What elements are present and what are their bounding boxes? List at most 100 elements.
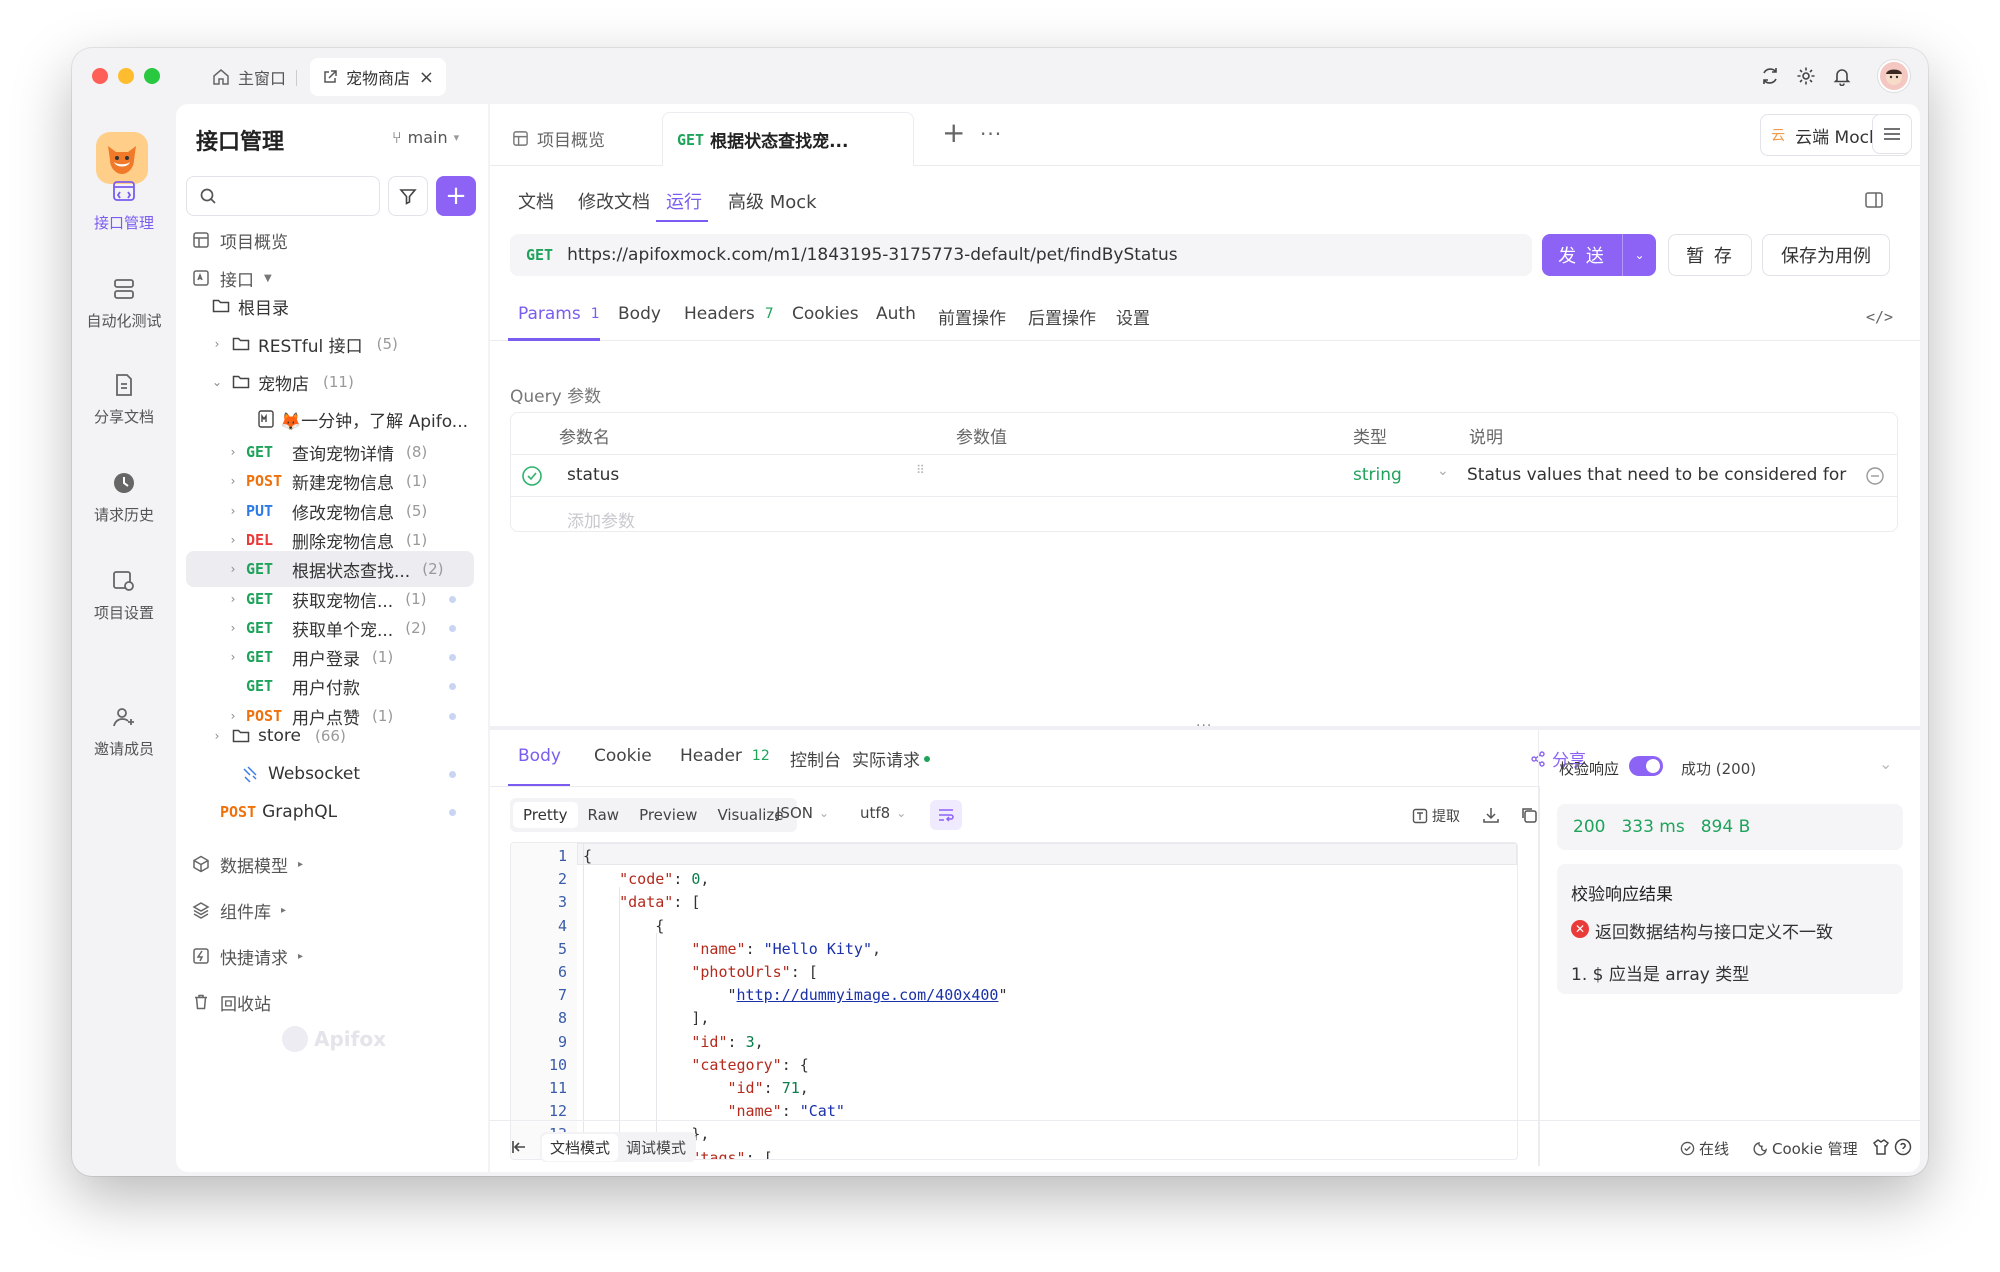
sidebar-item-quick[interactable]: 快捷请求 ▸ — [186, 938, 474, 974]
drag-handle-icon[interactable]: ⠿ — [916, 463, 925, 477]
help-icon[interactable] — [1894, 1138, 1912, 1156]
format-select[interactable]: JSON ⌄ — [776, 804, 829, 822]
tree-graphql[interactable]: POST GraphQL — [186, 794, 474, 830]
code-icon[interactable]: </> — [1866, 308, 1893, 326]
req-tab-params[interactable]: Params 1 — [518, 304, 600, 324]
download-icon[interactable] — [1482, 806, 1500, 824]
sidebar-item-overview[interactable]: 项目概览 — [186, 222, 474, 258]
param-type[interactable]: string — [1353, 465, 1402, 485]
check-circle-icon[interactable] — [521, 465, 543, 487]
req-tab-前置操作[interactable]: 前置操作 — [938, 304, 1006, 329]
close-window-button[interactable] — [92, 68, 108, 84]
cookie-manager-button[interactable]: Cookie 管理 — [1752, 1138, 1858, 1159]
search-field[interactable] — [225, 187, 365, 205]
subtab-0[interactable]: 文档 — [518, 188, 554, 214]
tab-active-endpoint[interactable]: GET 根据状态查找宠... — [662, 112, 914, 166]
rail-item-share-doc[interactable]: 分享文档 — [72, 372, 176, 427]
endpoint-label: 查询宠物详情 — [292, 444, 394, 465]
chevron-down-icon[interactable]: ⌄ — [1623, 248, 1656, 262]
close-tab-icon[interactable]: × — [419, 67, 434, 88]
tab-overview[interactable]: 项目概览 — [512, 126, 605, 151]
resp-tab-1[interactable]: Cookie — [594, 746, 652, 766]
tree-root[interactable]: 根目录 — [186, 288, 474, 324]
minimize-window-button[interactable] — [118, 68, 134, 84]
tree-folder-store[interactable]: › store (66) — [186, 718, 474, 754]
validate-status-select[interactable]: 成功 (200) — [1681, 758, 1756, 779]
url-bar[interactable]: GET https://apifoxmock.com/m1/1843195-31… — [510, 234, 1532, 276]
remove-icon[interactable] — [1865, 466, 1885, 486]
rail-item-automation[interactable]: 自动化测试 — [72, 276, 176, 331]
branch-selector[interactable]: ⑂ main ▾ — [392, 128, 459, 147]
tree-websocket[interactable]: Websocket — [186, 756, 474, 792]
menu-button[interactable] — [1872, 114, 1912, 154]
resp-tab-4[interactable]: 实际请求 — [852, 746, 930, 771]
method-selector[interactable]: GET — [526, 246, 553, 264]
resp-tab-2[interactable]: Header 12 — [680, 746, 770, 766]
url-input[interactable]: https://apifoxmock.com/m1/1843195-317577… — [567, 245, 1178, 265]
project-window-tab[interactable]: 宠物商店 × — [310, 58, 446, 96]
req-tab-后置操作[interactable]: 后置操作 — [1028, 304, 1096, 329]
req-tab-auth[interactable]: Auth — [876, 304, 916, 324]
subtab-1[interactable]: 修改文档 — [578, 188, 650, 214]
subtab-2[interactable]: 运行 — [666, 188, 702, 214]
zoom-window-button[interactable] — [144, 68, 160, 84]
resp-tab-0[interactable]: Body — [518, 746, 561, 766]
chevron-down-icon[interactable]: ⌄ — [1879, 754, 1892, 773]
tree-folder-petshop[interactable]: ⌄ 宠物店 (11) — [186, 364, 474, 400]
collapse-left-icon[interactable] — [510, 1138, 528, 1156]
home-window-tab[interactable]: 主窗口 — [200, 58, 298, 96]
resp-tab-3[interactable]: 控制台 — [790, 746, 841, 771]
encoding-select[interactable]: utf8 ⌄ — [860, 804, 906, 822]
code-editor[interactable]: 1 {2 "code": 0, 3 "data": [4 {5 "name": "H… — [510, 842, 1518, 1160]
add-button[interactable]: + — [436, 176, 476, 216]
refresh-icon[interactable] — [1760, 66, 1780, 86]
method-badge: PUT — [246, 502, 274, 520]
sidebar-item-components[interactable]: 组件库 ▸ — [186, 892, 474, 928]
tree-folder-restful[interactable]: › RESTful 接口 (5) — [186, 326, 474, 362]
view-preview[interactable]: Preview — [629, 802, 707, 828]
save-temp-button[interactable]: 暂 存 — [1668, 234, 1752, 276]
rail-item-invite[interactable]: 邀请成员 — [72, 704, 176, 759]
endpoint-count: (2) — [422, 560, 444, 578]
wrap-toggle[interactable] — [930, 800, 962, 830]
param-desc[interactable]: Status values that need to be considered… — [1467, 465, 1847, 485]
rail-item-settings[interactable]: 项目设置 — [72, 568, 176, 623]
more-tabs-icon[interactable]: ··· — [980, 122, 1002, 146]
req-tab-body[interactable]: Body — [618, 304, 661, 324]
debug-mode-button[interactable]: 调试模式 — [618, 1134, 694, 1161]
online-label: 在线 — [1699, 1140, 1730, 1158]
view-raw[interactable]: Raw — [578, 802, 630, 828]
validate-toggle[interactable] — [1629, 756, 1663, 776]
subtab-3[interactable]: 高级 Mock — [728, 188, 817, 214]
doc-mode-button[interactable]: 文档模式 — [542, 1133, 619, 1161]
shirt-icon[interactable] — [1872, 1138, 1890, 1156]
rail-item-api[interactable]: 接口管理 — [72, 178, 176, 233]
req-tab-headers[interactable]: Headers 7 — [684, 304, 774, 324]
sidepanel-toggle-icon[interactable] — [1864, 190, 1884, 210]
gear-icon[interactable] — [1796, 66, 1816, 86]
table-header — [511, 413, 1897, 455]
req-tab-cookies[interactable]: Cookies — [792, 304, 859, 324]
online-status[interactable]: 在线 — [1680, 1138, 1729, 1159]
add-param-input[interactable]: 添加参数 — [567, 507, 635, 532]
send-button[interactable]: 发 送 ⌄ — [1542, 234, 1656, 276]
view-pretty[interactable]: Pretty — [513, 802, 578, 828]
search-input[interactable] — [186, 176, 380, 216]
avatar[interactable] — [1878, 60, 1910, 92]
filter-button[interactable] — [388, 176, 428, 216]
sidebar-item-models[interactable]: 数据模型 ▸ — [186, 846, 474, 882]
app-logo — [96, 132, 148, 184]
rail-item-history[interactable]: 请求历史 — [72, 470, 176, 525]
copy-icon[interactable] — [1520, 806, 1538, 824]
save-case-button[interactable]: 保存为用例 — [1762, 234, 1890, 276]
sidebar-item-trash[interactable]: 回收站 — [186, 984, 474, 1020]
chevron-down-icon[interactable]: ⌄ — [1437, 463, 1449, 479]
bell-icon[interactable] — [1832, 66, 1852, 86]
extract-button[interactable]: 提取 — [1412, 806, 1460, 826]
param-name[interactable]: status — [567, 465, 619, 485]
add-tab-icon[interactable]: + — [942, 116, 965, 149]
tab-overview-label: 项目概览 — [537, 131, 605, 151]
req-tab-设置[interactable]: 设置 — [1116, 304, 1150, 329]
method-badge: GET — [246, 619, 274, 637]
tree-doc-item[interactable]: 🦊一分钟，了解 Apifo... — [186, 401, 474, 437]
